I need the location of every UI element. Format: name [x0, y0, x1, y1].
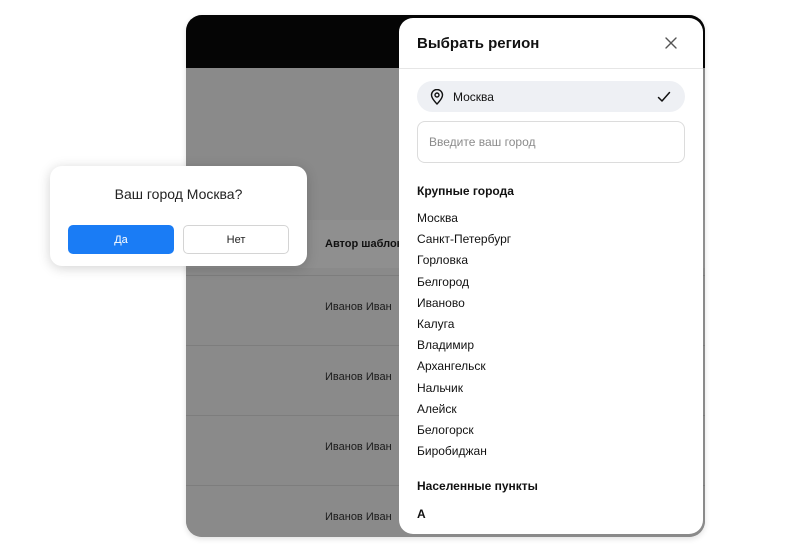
settlements-letter-heading: А	[417, 507, 426, 521]
city-item-ivanovo[interactable]: Иваново	[417, 293, 511, 314]
city-item-arkhangelsk[interactable]: Архангельск	[417, 356, 511, 377]
location-pin-icon	[430, 88, 444, 105]
major-cities-list: Москва Санкт-Петербург Горловка Белгород…	[417, 208, 511, 462]
city-item-sankt-peterburg[interactable]: Санкт-Петербург	[417, 229, 511, 250]
panel-title: Выбрать регион	[417, 34, 540, 52]
city-item-belogorsk[interactable]: Белогорск	[417, 420, 511, 441]
city-item-nalchik[interactable]: Нальчик	[417, 378, 511, 399]
row-author: Иванов Иван	[325, 301, 392, 313]
confirm-question: Ваш город Москва?	[114, 186, 243, 202]
no-button[interactable]: Нет	[183, 225, 289, 254]
city-item-moskva[interactable]: Москва	[417, 208, 511, 229]
row-author: Иванов Иван	[325, 441, 392, 453]
close-button[interactable]	[663, 35, 679, 51]
region-select-panel: Выбрать регион Москва Крупные города Мос…	[399, 18, 703, 534]
selected-city-chip[interactable]: Москва	[417, 81, 685, 112]
row-author: Иванов Иван	[325, 371, 392, 383]
selected-city-label: Москва	[453, 89, 494, 104]
city-item-birobidzhan[interactable]: Биробиджан	[417, 441, 511, 462]
city-item-belgorod[interactable]: Белгород	[417, 272, 511, 293]
close-icon	[665, 37, 677, 49]
city-item-gorlovka[interactable]: Горловка	[417, 250, 511, 271]
row-author: Иванов Иван	[325, 511, 392, 523]
confirm-city-popup: Ваш город Москва? Да Нет	[50, 166, 307, 266]
city-search-input[interactable]	[417, 121, 685, 163]
settlements-heading: Населенные пункты	[417, 479, 538, 493]
yes-button[interactable]: Да	[68, 225, 174, 254]
city-item-aleysk[interactable]: Алейск	[417, 399, 511, 420]
column-header-author: Автор шаблона	[325, 238, 410, 250]
major-cities-heading: Крупные города	[417, 184, 514, 198]
panel-header: Выбрать регион	[399, 18, 703, 69]
city-item-vladimir[interactable]: Владимир	[417, 335, 511, 356]
checkmark-icon	[657, 91, 671, 103]
city-item-kaluga[interactable]: Калуга	[417, 314, 511, 335]
